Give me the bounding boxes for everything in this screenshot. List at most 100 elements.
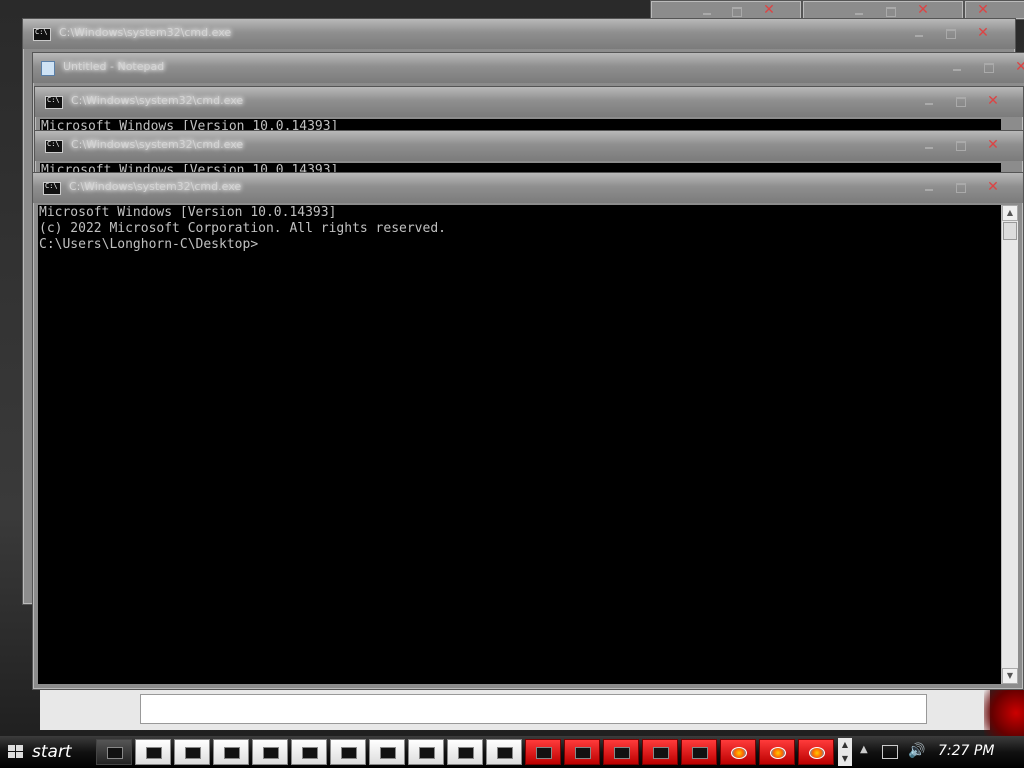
taskbar-button[interactable] <box>96 739 132 765</box>
taskbar-button[interactable] <box>369 739 405 765</box>
close-button[interactable]: ✕ <box>983 179 1003 195</box>
title-bar[interactable]: C:\Windows\system32\cmd.exe ✕ <box>35 87 1023 117</box>
scroll-up-button[interactable]: ▲ <box>1002 205 1018 221</box>
network-icon[interactable] <box>882 745 898 759</box>
paint-icon <box>770 747 786 759</box>
windows-logo-icon <box>8 745 24 759</box>
minimize-button[interactable] <box>919 93 939 109</box>
desktop-background-window <box>40 690 990 730</box>
maximize-button[interactable] <box>951 179 971 195</box>
close-button[interactable]: ✕ <box>983 93 1003 109</box>
taskbar-button[interactable] <box>447 739 483 765</box>
cmd-icon <box>380 747 396 759</box>
console-output[interactable]: Microsoft Windows [Version 10.0.14393] (… <box>38 205 1001 684</box>
minimize-button[interactable] <box>947 59 967 75</box>
chevron-up-icon[interactable]: ▲ <box>838 738 852 752</box>
close-button[interactable]: ✕ <box>973 25 993 41</box>
taskbar-button[interactable] <box>603 739 639 765</box>
taskbar-button[interactable] <box>213 739 249 765</box>
taskbar-button[interactable] <box>759 739 795 765</box>
cmd-icon <box>653 747 669 759</box>
taskbar-scroll[interactable]: ▲ ▼ <box>838 738 852 766</box>
window-title: C:\Windows\system32\cmd.exe <box>59 26 232 39</box>
chevron-down-icon[interactable]: ▼ <box>838 752 852 766</box>
close-button[interactable]: ✕ <box>1011 59 1024 75</box>
window-title: C:\Windows\system32\cmd.exe <box>71 138 244 151</box>
notepad-icon <box>41 61 55 76</box>
maximize-button[interactable] <box>951 137 971 153</box>
cmd-window-active[interactable]: C:\Windows\system32\cmd.exe ✕ Microsoft … <box>32 172 1024 690</box>
minimize-button[interactable] <box>697 3 717 19</box>
taskbar-button[interactable] <box>564 739 600 765</box>
title-bar[interactable]: C:\Windows\system32\cmd.exe ✕ <box>23 19 1015 49</box>
maximize-button[interactable] <box>941 25 961 41</box>
window-title: C:\Windows\system32\cmd.exe <box>71 94 244 107</box>
clock[interactable]: 7:27 PM <box>938 743 994 759</box>
desktop: ✕ ✕ ✕ C:\Windows\system32\cmd.exe ✕ Unti… <box>0 0 1024 736</box>
background-window[interactable]: ✕ <box>964 0 1024 20</box>
cmd-icon <box>302 747 318 759</box>
taskbar-button[interactable] <box>642 739 678 765</box>
cmd-icon <box>419 747 435 759</box>
taskbar: start ▲ ▼ ▲ 🔊 7:27 PM <box>0 736 1024 768</box>
cmd-icon <box>575 747 591 759</box>
console-prompt: C:\Users\Longhorn-C\Desktop> <box>39 237 259 252</box>
taskbar-button[interactable] <box>681 739 717 765</box>
start-label: start <box>32 742 72 762</box>
title-bar[interactable]: C:\Windows\system32\cmd.exe ✕ <box>35 131 1023 161</box>
paint-icon <box>809 747 825 759</box>
taskbar-button[interactable] <box>291 739 327 765</box>
desktop-wallpaper-accent <box>984 690 1024 736</box>
cmd-icon <box>536 747 552 759</box>
minimize-button[interactable] <box>919 137 939 153</box>
taskbar-button[interactable] <box>720 739 756 765</box>
minimize-button[interactable] <box>919 179 939 195</box>
console-line: Microsoft Windows [Version 10.0.14393] <box>39 205 337 220</box>
maximize-button[interactable] <box>727 3 747 19</box>
taskbar-button[interactable] <box>135 739 171 765</box>
window-title: Untitled - Notepad <box>63 60 165 73</box>
cmd-icon <box>43 182 61 195</box>
cmd-icon <box>33 28 51 41</box>
minimize-button[interactable] <box>909 25 929 41</box>
cmd-icon <box>614 747 630 759</box>
cmd-icon <box>458 747 474 759</box>
background-window[interactable]: ✕ <box>650 0 802 20</box>
cmd-icon <box>341 747 357 759</box>
cmd-icon <box>692 747 708 759</box>
taskbar-button[interactable] <box>252 739 288 765</box>
cmd-icon <box>497 747 513 759</box>
close-button[interactable]: ✕ <box>973 2 993 18</box>
volume-icon[interactable]: 🔊 <box>908 743 925 759</box>
show-hidden-icons-icon[interactable]: ▲ <box>860 744 868 755</box>
title-bar[interactable]: Untitled - Notepad ✕ <box>33 53 1024 83</box>
maximize-button[interactable] <box>951 93 971 109</box>
minimize-button[interactable] <box>849 3 869 19</box>
taskbar-button[interactable] <box>798 739 834 765</box>
start-button[interactable]: start <box>2 738 90 766</box>
cmd-icon <box>224 747 240 759</box>
scroll-thumb[interactable] <box>1003 222 1017 240</box>
cmd-icon <box>107 747 123 759</box>
close-button[interactable]: ✕ <box>759 2 779 18</box>
scroll-down-button[interactable]: ▼ <box>1002 668 1018 684</box>
cmd-icon <box>263 747 279 759</box>
title-bar[interactable]: C:\Windows\system32\cmd.exe ✕ <box>33 173 1023 203</box>
taskbar-button[interactable] <box>408 739 444 765</box>
cmd-icon <box>185 747 201 759</box>
close-button[interactable]: ✕ <box>913 2 933 18</box>
console-line: (c) 2022 Microsoft Corporation. All righ… <box>39 221 446 236</box>
maximize-button[interactable] <box>881 3 901 19</box>
cmd-icon <box>146 747 162 759</box>
close-button[interactable]: ✕ <box>983 137 1003 153</box>
system-tray: ▲ 🔊 7:27 PM <box>858 736 1024 768</box>
cmd-icon <box>45 96 63 109</box>
background-window[interactable]: ✕ <box>802 0 964 20</box>
taskbar-button[interactable] <box>525 739 561 765</box>
vertical-scrollbar[interactable]: ▲ ▼ <box>1001 205 1018 684</box>
taskbar-button[interactable] <box>486 739 522 765</box>
window-title: C:\Windows\system32\cmd.exe <box>69 180 242 193</box>
maximize-button[interactable] <box>979 59 999 75</box>
taskbar-button[interactable] <box>330 739 366 765</box>
taskbar-button[interactable] <box>174 739 210 765</box>
